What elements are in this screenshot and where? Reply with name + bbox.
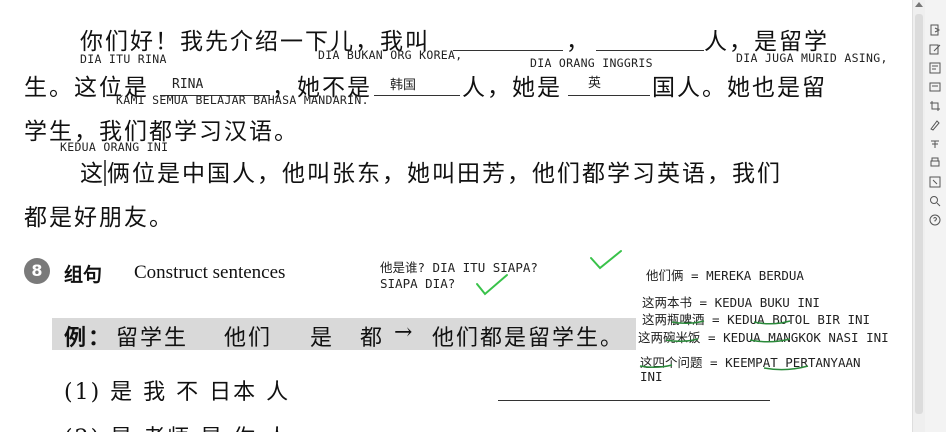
passage-line-5: 都是好朋友。 [24,205,174,231]
help-icon[interactable] [929,214,941,226]
scrollbar-thumb[interactable] [915,14,923,414]
exercise-2: (2) 是 老师 是 你 人 [64,420,290,432]
example-label: 例： [64,325,113,351]
export-icon[interactable] [929,24,941,36]
annotation-bukan-korea: DIA BUKAN ORG KOREA, [318,48,463,62]
scroll-up-icon[interactable] [915,2,923,7]
section-number-badge: 8 [24,258,50,284]
note-who-1: 他是谁? DIA ITU SIAPA? [380,260,538,275]
passage-line-4-b: 俩位是中国人，他叫张东，她叫田芳，他们都学习英语，我们 [107,161,782,187]
fill-ying: 英 [588,76,602,91]
passage-line-1-comma: ， [566,29,591,55]
example-word-1: 留学生 [116,326,189,351]
crop-icon[interactable] [929,100,941,112]
passage-line-2-mid2: 人，她是 [462,75,562,101]
blank-name[interactable] [453,50,563,51]
scrollbar[interactable] [913,0,925,432]
exercise-1-answer-line[interactable] [498,400,770,401]
annotation-murid-asing: DIA JUGA MURID ASING, [736,51,888,65]
blank-nationality[interactable] [596,50,704,51]
section-title-en: Construct sentences [134,262,286,283]
document-page: 你们好！我先介绍一下儿，我叫 ， 人，是留学 DIA ITU RINA DIA … [0,0,912,432]
check-icon [476,274,508,296]
format-icon[interactable] [929,138,941,150]
annotation-dia-itu-rina: DIA ITU RINA [80,52,167,66]
blank-ying[interactable] [568,95,650,96]
section-title-cn: 组句 [64,264,103,286]
example-word-4: 都 [360,326,385,351]
translate-icon[interactable] [929,81,941,93]
right-toolbar [912,0,946,432]
note-mereka-berdua: 他们俩 = MEREKA BERDUA [646,268,804,283]
expand-icon[interactable] [929,176,941,188]
zoom-icon[interactable] [929,195,941,207]
fill-korea: 韩国 [390,78,417,93]
annotation-belajar-mandarin: KAMI SEMUA BELAJAR BAHASA MANDARIN. [116,93,369,107]
check-icon [590,250,622,270]
exercise-1: (1) 是 我 不 日本 人 [64,380,291,405]
handwritten-underlines [639,320,809,371]
note-who-2: SIAPA DIA? [380,276,456,291]
example-arrow: → [394,320,415,345]
example-answer: 他们都是留学生。 [432,326,625,351]
blank-korea[interactable] [374,95,460,96]
example-word-3: 是 [310,326,335,351]
print-icon[interactable] [929,157,941,169]
passage-line-2-end: 国人。她也是留 [652,75,827,101]
handwritten-mark [104,160,106,186]
annotation-kedua-orang: KEDUA ORANG INI [60,140,169,154]
compare-icon[interactable] [929,62,941,74]
fill-rina: RINA [172,77,204,92]
highlight-icon[interactable] [929,119,941,131]
example-word-2: 他们 [224,326,273,351]
edit-icon[interactable] [929,43,941,55]
